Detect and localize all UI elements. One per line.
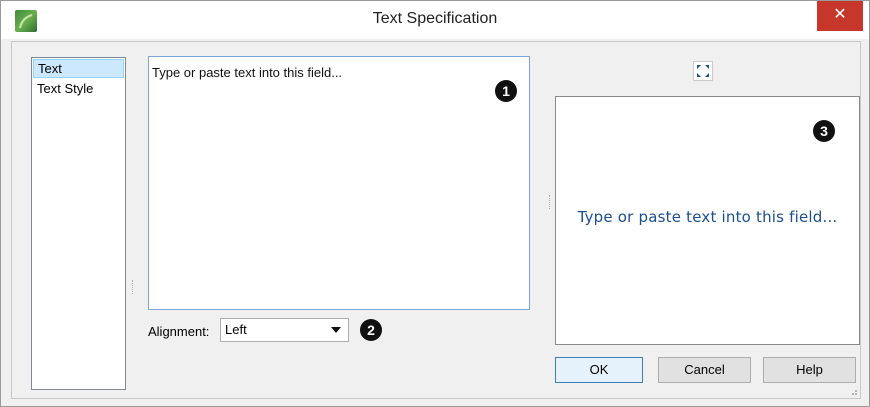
title-bar[interactable]: Text Specification ✕ xyxy=(1,1,869,39)
text-input-field[interactable]: Type or paste text into this field... 1 xyxy=(148,56,530,310)
chevron-down-icon xyxy=(331,327,341,333)
callout-marker-1: 1 xyxy=(495,80,517,102)
close-icon: ✕ xyxy=(833,6,847,23)
callout-marker-3: 3 xyxy=(813,120,835,142)
window-title: Text Specification xyxy=(372,10,498,27)
category-list[interactable]: Text Text Style xyxy=(31,57,126,390)
nav-item-text[interactable]: Text xyxy=(33,59,124,78)
alignment-label: Alignment: xyxy=(148,324,210,339)
expand-preview-button[interactable] xyxy=(693,61,713,81)
expand-icon xyxy=(693,61,713,81)
ok-button[interactable]: OK xyxy=(555,357,643,383)
dialog-body: Text Text Style Type or paste text into … xyxy=(11,41,861,399)
dialog-window: Text Specification ✕ Text Text Style Typ… xyxy=(0,0,870,407)
preview-text: Type or paste text into this field... xyxy=(577,208,838,226)
help-button[interactable]: Help xyxy=(763,357,856,383)
resize-grip-icon[interactable] xyxy=(848,386,858,396)
nav-item-text-style[interactable]: Text Style xyxy=(33,79,124,98)
alignment-select-value: Left xyxy=(225,322,247,337)
alignment-select[interactable]: Left xyxy=(220,318,349,342)
cancel-button[interactable]: Cancel xyxy=(658,357,751,383)
close-button[interactable]: ✕ xyxy=(817,1,863,31)
splitter-handle-right[interactable] xyxy=(549,195,552,209)
text-preview-pane: 3 Type or paste text into this field... xyxy=(555,96,860,345)
text-input-value[interactable]: Type or paste text into this field... xyxy=(152,65,342,80)
callout-marker-2: 2 xyxy=(360,319,382,341)
splitter-handle-left[interactable] xyxy=(132,280,135,294)
